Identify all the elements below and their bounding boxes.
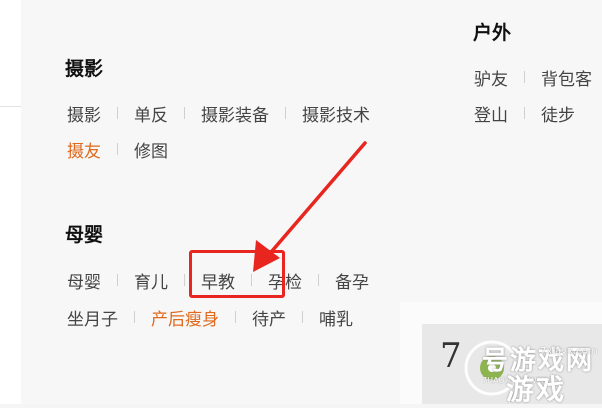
watermark: 7 号游戏网 7xiayx.com 7HAOYOUXIWANG 游戏 [400, 302, 602, 406]
watermark-line2: 游戏 [506, 373, 567, 406]
watermark-card: 7 号游戏网 7xiayx.com 7HAOYOUXIWANG 游戏 [422, 324, 602, 406]
watermark-url: 7xiayx.com [540, 346, 598, 357]
